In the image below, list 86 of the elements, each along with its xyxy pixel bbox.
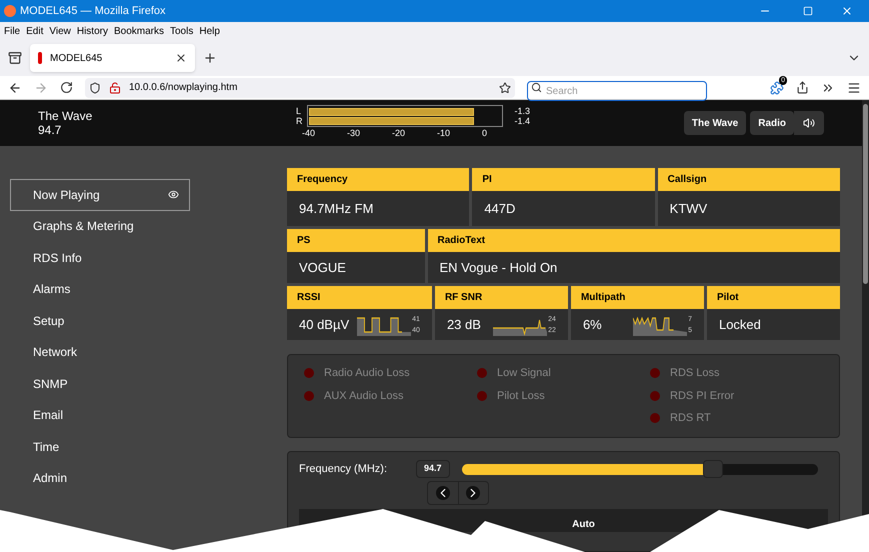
close-icon[interactable] <box>841 5 853 17</box>
address-bar[interactable]: 10.0.0.6/nowplaying.htm <box>85 78 515 98</box>
card-title: Frequency <box>287 168 470 191</box>
channel-label: R <box>296 116 302 126</box>
sidebar-item[interactable]: Setup <box>10 305 190 336</box>
search-icon <box>531 82 542 92</box>
meter-tick: -30 <box>346 127 360 140</box>
sidebar-item[interactable]: RDS Info <box>10 242 190 274</box>
card-title: Callsign <box>658 168 840 191</box>
lock-icon <box>109 82 121 94</box>
card-value: KTWV <box>670 200 708 218</box>
window-title: MODEL645 — Mozilla Firefox <box>20 4 166 19</box>
back-icon[interactable] <box>8 80 22 94</box>
card-title: PS <box>287 229 424 252</box>
menu-item[interactable]: Help <box>199 24 220 38</box>
card-value: Locked <box>718 316 761 334</box>
share-icon[interactable] <box>796 81 809 94</box>
url-text: 10.0.0.6/nowplaying.htm <box>129 81 238 95</box>
sidebar-item[interactable]: Alarms <box>10 274 190 305</box>
new-tab-icon[interactable] <box>203 51 217 65</box>
meter-tick: 0 <box>482 127 487 140</box>
sidebar-item[interactable]: Admin <box>10 462 190 494</box>
alarm-label: RDS RT <box>670 411 711 426</box>
auto-button[interactable]: Auto <box>572 517 595 532</box>
station-name: The Wave <box>38 109 94 123</box>
alarm-label: Pilot Loss <box>497 388 545 404</box>
card-title: Pilot <box>706 286 840 309</box>
tuner-label: Frequency (MHz): <box>299 462 388 477</box>
card-value: VOGUE <box>299 258 346 277</box>
reload-icon[interactable] <box>60 81 73 94</box>
card-value: 40 dBµV <box>299 316 350 334</box>
tab-list-icon[interactable] <box>8 51 22 65</box>
alarm-label: RDS Loss <box>670 366 720 381</box>
eye-icon <box>168 189 179 200</box>
shield-icon <box>89 82 101 94</box>
sidebar-item[interactable]: Graphs & Metering <box>10 210 190 242</box>
card-title: RF SNR <box>434 286 568 309</box>
sidebar-item[interactable]: Network <box>10 336 190 368</box>
card-title: RadioText <box>428 229 840 252</box>
sidebar-item[interactable]: Time <box>10 431 190 462</box>
header-button[interactable]: Radio <box>750 111 794 135</box>
sidebar-item[interactable]: Email <box>10 400 190 431</box>
frequency-value: 94.7 <box>416 460 450 478</box>
sidebar-item[interactable]: SNMP <box>10 368 190 400</box>
sidebar-item[interactable]: Now Playing <box>10 179 190 210</box>
meter-tick: -20 <box>392 127 405 140</box>
meter-reading: -1.4 <box>514 116 530 126</box>
speaker-button[interactable] <box>794 111 824 135</box>
menu-item[interactable]: View <box>49 24 71 38</box>
alarm-label: Radio Audio Loss <box>324 366 410 381</box>
card-title: RSSI <box>287 286 432 309</box>
star-icon[interactable] <box>499 82 511 94</box>
card-value: 6% <box>582 316 602 334</box>
extension-icon[interactable] <box>770 80 784 94</box>
card-value: 447D <box>484 200 516 218</box>
meter-tick: -40 <box>302 127 316 140</box>
card-title: PI <box>472 168 655 191</box>
channel-label: L <box>296 106 302 116</box>
firefox-logo-icon <box>4 5 16 17</box>
alarm-label: RDS PI Error <box>670 388 734 404</box>
search-field[interactable]: Search <box>527 81 707 101</box>
card-title: Multipath <box>570 286 704 309</box>
close-tab-icon[interactable] <box>175 52 187 64</box>
card-value: EN Vogue - Hold On <box>440 258 558 277</box>
speaker-icon <box>803 117 815 129</box>
meter-reading: -1.3 <box>514 106 530 116</box>
chevron-right-icon <box>466 486 480 500</box>
card-value: 23 dB <box>446 316 481 334</box>
header-button[interactable]: The Wave <box>684 111 746 135</box>
alarm-label: AUX Audio Loss <box>324 388 404 404</box>
menu-icon[interactable] <box>847 80 861 94</box>
frequency-slider[interactable] <box>462 460 818 478</box>
tab-title: MODEL645 <box>50 52 104 66</box>
maximize-icon[interactable] <box>803 6 813 16</box>
scrollbar-thumb[interactable] <box>863 104 868 284</box>
card-value: 94.7MHz FM <box>299 200 374 218</box>
menu-item[interactable]: History <box>76 24 108 38</box>
menu-item[interactable]: Bookmarks <box>114 24 164 38</box>
menu-item[interactable]: Edit <box>26 24 44 38</box>
meter-tick: -10 <box>436 127 450 140</box>
station-frequency: 94.7 <box>38 123 62 137</box>
chevron-left-icon <box>436 486 450 500</box>
menu-item[interactable]: Tools <box>170 24 194 38</box>
browser-tab[interactable]: MODEL645 <box>30 44 195 72</box>
menu-item[interactable]: File <box>4 24 20 38</box>
alarm-label: Low Signal <box>497 366 551 381</box>
